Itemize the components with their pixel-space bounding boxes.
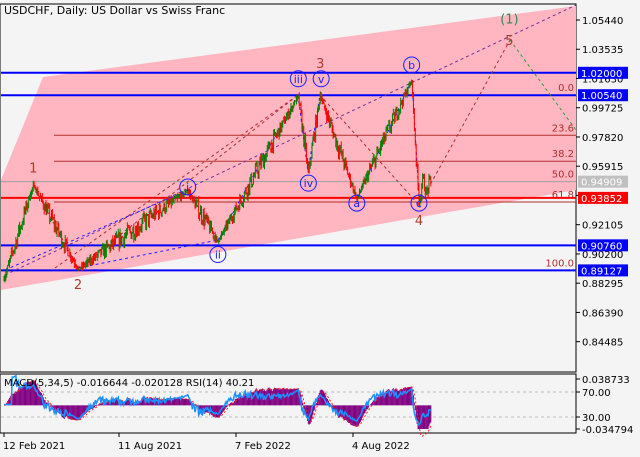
wave-label-major: 4 [415, 214, 423, 229]
price-level-label: 0.90760 [581, 241, 622, 252]
fib-label: 0.0 [558, 83, 574, 94]
fib-label: 61.8 [552, 190, 574, 201]
price-level-label: 1.00540 [581, 91, 622, 102]
y-tick-label: 0.95915 [582, 162, 623, 173]
wave-label-major: 1 [29, 162, 37, 177]
y-tick-label: 0.84485 [582, 338, 623, 349]
x-tick-label: 4 Aug 2022 [352, 441, 410, 452]
wave-label-major: 5 [505, 34, 513, 49]
wave-label-minor: a [353, 197, 360, 210]
indicator-label: MACD(5,34,5) -0.016644 -0.020128 RSI(14)… [4, 378, 254, 389]
indicator-y-label: -0.034794 [582, 425, 633, 436]
chart-canvas[interactable]: 0.023.638.250.061.8100.012345(1)iiiiiiiv… [0, 0, 640, 457]
price-level-label: 1.02000 [581, 69, 622, 80]
y-tick-label: 1.03535 [582, 45, 623, 56]
indicator-y-label: 70.00 [582, 388, 611, 399]
y-tick-label: 1.05440 [582, 16, 623, 27]
price-chart-area: 0.023.638.250.061.8100.012345(1)iiiiiiiv… [0, 3, 628, 373]
fib-label: 100.0 [545, 258, 574, 269]
wave-label-minor: ii [215, 249, 221, 262]
wave-label-major: (1) [500, 13, 518, 28]
y-tick-label: 0.88295 [582, 279, 623, 290]
wave-label-minor: iv [304, 177, 314, 190]
price-level-label: 0.93852 [581, 194, 622, 205]
wave-label-minor: b [408, 59, 415, 72]
x-tick-label: 7 Feb 2022 [235, 441, 291, 452]
wave-label-minor: c [416, 197, 422, 210]
price-level-label: 0.89127 [581, 266, 622, 277]
x-tick-label: 12 Feb 2021 [3, 441, 65, 452]
chart-window[interactable]: 0.0 23.6 38.2 50.0 61.8 100.0 1 2 3 4 5 (1) i ii iii iv… [0, 0, 640, 457]
indicator-y-label: 0.038733 [582, 375, 630, 386]
fib-label: 38.2 [552, 149, 574, 160]
wave-label-minor: i [186, 181, 189, 194]
indicator-panel: MACD(5,34,5) -0.016644 -0.020128 RSI(14)… [0, 373, 633, 452]
y-tick-label: 0.99725 [582, 104, 623, 115]
chart-title: USDCHF, Daily: US Dollar vs Swiss Franc [4, 4, 225, 17]
y-tick-label: 0.97820 [582, 133, 623, 144]
wave-label-major: 2 [74, 278, 82, 293]
x-tick-label: 11 Aug 2021 [118, 441, 182, 452]
wave-label-major: 3 [316, 57, 324, 72]
y-tick-label: 0.86390 [582, 308, 623, 319]
y-tick-label: 0.92105 [582, 221, 623, 232]
fib-label: 50.0 [552, 170, 574, 181]
price-level-label: 0.94909 [581, 178, 622, 189]
wave-label-minor: v [318, 73, 325, 86]
indicator-y-label: 30.00 [582, 413, 611, 424]
wave-label-minor: iii [294, 73, 303, 86]
fib-label: 23.6 [552, 123, 574, 134]
